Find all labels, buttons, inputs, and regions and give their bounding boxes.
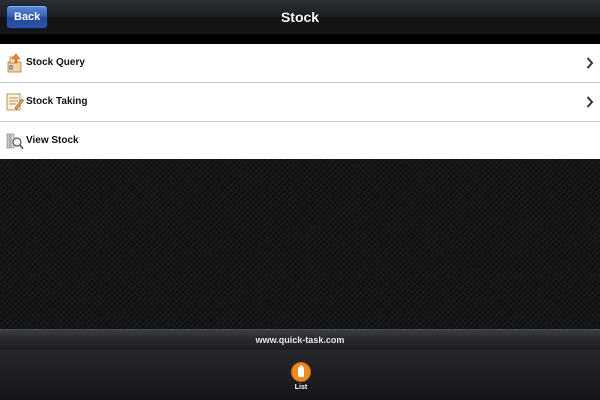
tab-list-label: List: [294, 384, 308, 391]
page-title: Stock: [280, 9, 320, 25]
footer-bar: www.quick-task.com: [0, 329, 600, 351]
stock-menu: Stock Query Stock Taking View Stock: [0, 44, 600, 160]
back-button[interactable]: Back: [6, 5, 49, 29]
menu-item-label: View Stock: [26, 135, 79, 146]
tab-bar: List: [0, 350, 600, 400]
view-stock-icon: [6, 133, 24, 150]
menu-item-label: Stock Taking: [26, 96, 88, 107]
tab-list[interactable]: List: [282, 362, 320, 400]
menu-item-view-stock[interactable]: View Stock: [0, 122, 600, 160]
chevron-right-icon: [586, 57, 594, 69]
menu-item-stock-query[interactable]: Stock Query: [0, 44, 600, 83]
stock-taking-icon: [6, 93, 24, 111]
app-screen: Back Stock Stock Query Stock Taking View…: [0, 0, 600, 400]
list-icon: [291, 362, 311, 382]
menu-item-stock-taking[interactable]: Stock Taking: [0, 83, 600, 122]
chevron-right-icon: [586, 96, 594, 108]
menu-item-label: Stock Query: [26, 57, 85, 68]
footer-url[interactable]: www.quick-task.com: [0, 330, 600, 350]
stock-query-icon: [7, 53, 22, 73]
navigation-bar: Back Stock: [0, 0, 600, 35]
background-area: [0, 159, 600, 329]
